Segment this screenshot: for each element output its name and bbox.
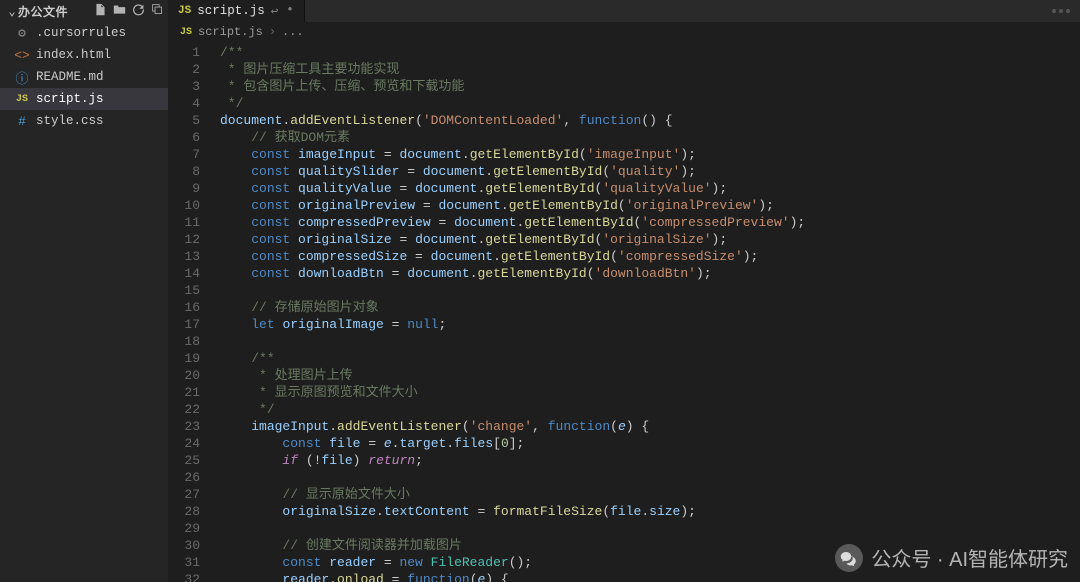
breadcrumb-tail: ... [282,25,304,39]
hash-icon: # [14,114,30,129]
breadcrumb-separator: › [269,25,276,39]
code-line[interactable]: // 获取DOM元素 [220,129,1076,146]
js-icon: JS [14,94,30,105]
html-icon: <> [14,48,30,63]
code-line[interactable]: originalSize.textContent = formatFileSiz… [220,503,1076,520]
file-label: script.js [36,92,104,106]
code-content[interactable]: /** * 图片压缩工具主要功能实现 * 包含图片上传、压缩、预览和下载功能 *… [214,42,1076,582]
explorer-root-label: 办公文件 [18,3,94,20]
code-line[interactable]: // 存储原始图片对象 [220,299,1076,316]
code-line[interactable]: * 图片压缩工具主要功能实现 [220,61,1076,78]
more-icon[interactable] [1052,9,1070,13]
editor-top-actions [1052,0,1080,22]
file-label: .cursorrules [36,26,126,40]
code-line[interactable]: let originalImage = null; [220,316,1076,333]
tab-script-js[interactable]: JS script.js ↩ • [168,0,305,22]
code-line[interactable]: * 处理图片上传 [220,367,1076,384]
code-line[interactable]: const originalSize = document.getElement… [220,231,1076,248]
file-label: README.md [36,70,104,84]
code-line[interactable] [220,282,1076,299]
code-line[interactable]: const qualityValue = document.getElement… [220,180,1076,197]
line-number-gutter: 1234567891011121314151617181920212223242… [168,42,214,582]
file-item-readme-md[interactable]: ⓘ README.md [0,66,168,88]
scrollbar[interactable] [1076,42,1080,582]
code-line[interactable]: const downloadBtn = document.getElementB… [220,265,1076,282]
tabs-bar: JS script.js ↩ • [168,0,1080,22]
explorer-sidebar: ⌄ 办公文件 ⚙ .cursorrules <> index.html ⓘ README.… [0,0,168,582]
refresh-icon[interactable] [132,3,145,20]
info-icon: ⓘ [14,68,30,87]
breadcrumb-file: script.js [198,25,263,39]
explorer-header[interactable]: ⌄ 办公文件 [0,0,168,22]
code-line[interactable]: /** [220,350,1076,367]
code-line[interactable]: // 显示原始文件大小 [220,486,1076,503]
chevron-down-icon: ⌄ [6,4,18,19]
file-item-script-js[interactable]: JS script.js [0,88,168,110]
code-line[interactable]: document.addEventListener('DOMContentLoa… [220,112,1076,129]
code-line[interactable]: * 包含图片上传、压缩、预览和下载功能 [220,78,1076,95]
code-line[interactable]: const imageInput = document.getElementBy… [220,146,1076,163]
code-line[interactable]: */ [220,401,1076,418]
collapse-all-icon[interactable] [151,3,164,20]
revert-icon[interactable]: ↩ [271,3,279,19]
code-line[interactable]: reader.onload = function(e) { [220,571,1076,582]
code-line[interactable]: * 显示原图预览和文件大小 [220,384,1076,401]
file-item-style-css[interactable]: # style.css [0,110,168,132]
new-file-icon[interactable] [94,3,107,20]
code-line[interactable]: const qualitySlider = document.getElemen… [220,163,1076,180]
gear-icon: ⚙ [14,26,30,41]
explorer-file-list: ⚙ .cursorrules <> index.html ⓘ README.md JS scr… [0,22,168,132]
explorer-actions [94,3,164,20]
file-item--cursorrules[interactable]: ⚙ .cursorrules [0,22,168,44]
code-line[interactable] [220,469,1076,486]
code-line[interactable]: const file = e.target.files[0]; [220,435,1076,452]
editor-area: JS script.js ↩ • JS script.js › ... 1234… [168,0,1080,582]
code-line[interactable]: const reader = new FileReader(); [220,554,1076,571]
code-editor[interactable]: 1234567891011121314151617181920212223242… [168,42,1080,582]
code-line[interactable] [220,520,1076,537]
close-icon[interactable]: • [286,3,294,19]
new-folder-icon[interactable] [113,3,126,20]
tab-label: script.js [197,4,265,18]
code-line[interactable]: imageInput.addEventListener('change', fu… [220,418,1076,435]
code-line[interactable] [220,333,1076,350]
js-icon: JS [178,5,191,17]
code-line[interactable]: const originalPreview = document.getElem… [220,197,1076,214]
breadcrumb[interactable]: JS script.js › ... [168,22,1080,42]
code-line[interactable]: /** [220,44,1076,61]
file-label: style.css [36,114,104,128]
code-line[interactable]: const compressedPreview = document.getEl… [220,214,1076,231]
code-line[interactable]: if (!file) return; [220,452,1076,469]
file-item-index-html[interactable]: <> index.html [0,44,168,66]
code-line[interactable]: */ [220,95,1076,112]
code-line[interactable]: // 创建文件阅读器并加载图片 [220,537,1076,554]
file-label: index.html [36,48,111,62]
js-icon: JS [180,27,192,38]
code-line[interactable]: const compressedSize = document.getEleme… [220,248,1076,265]
